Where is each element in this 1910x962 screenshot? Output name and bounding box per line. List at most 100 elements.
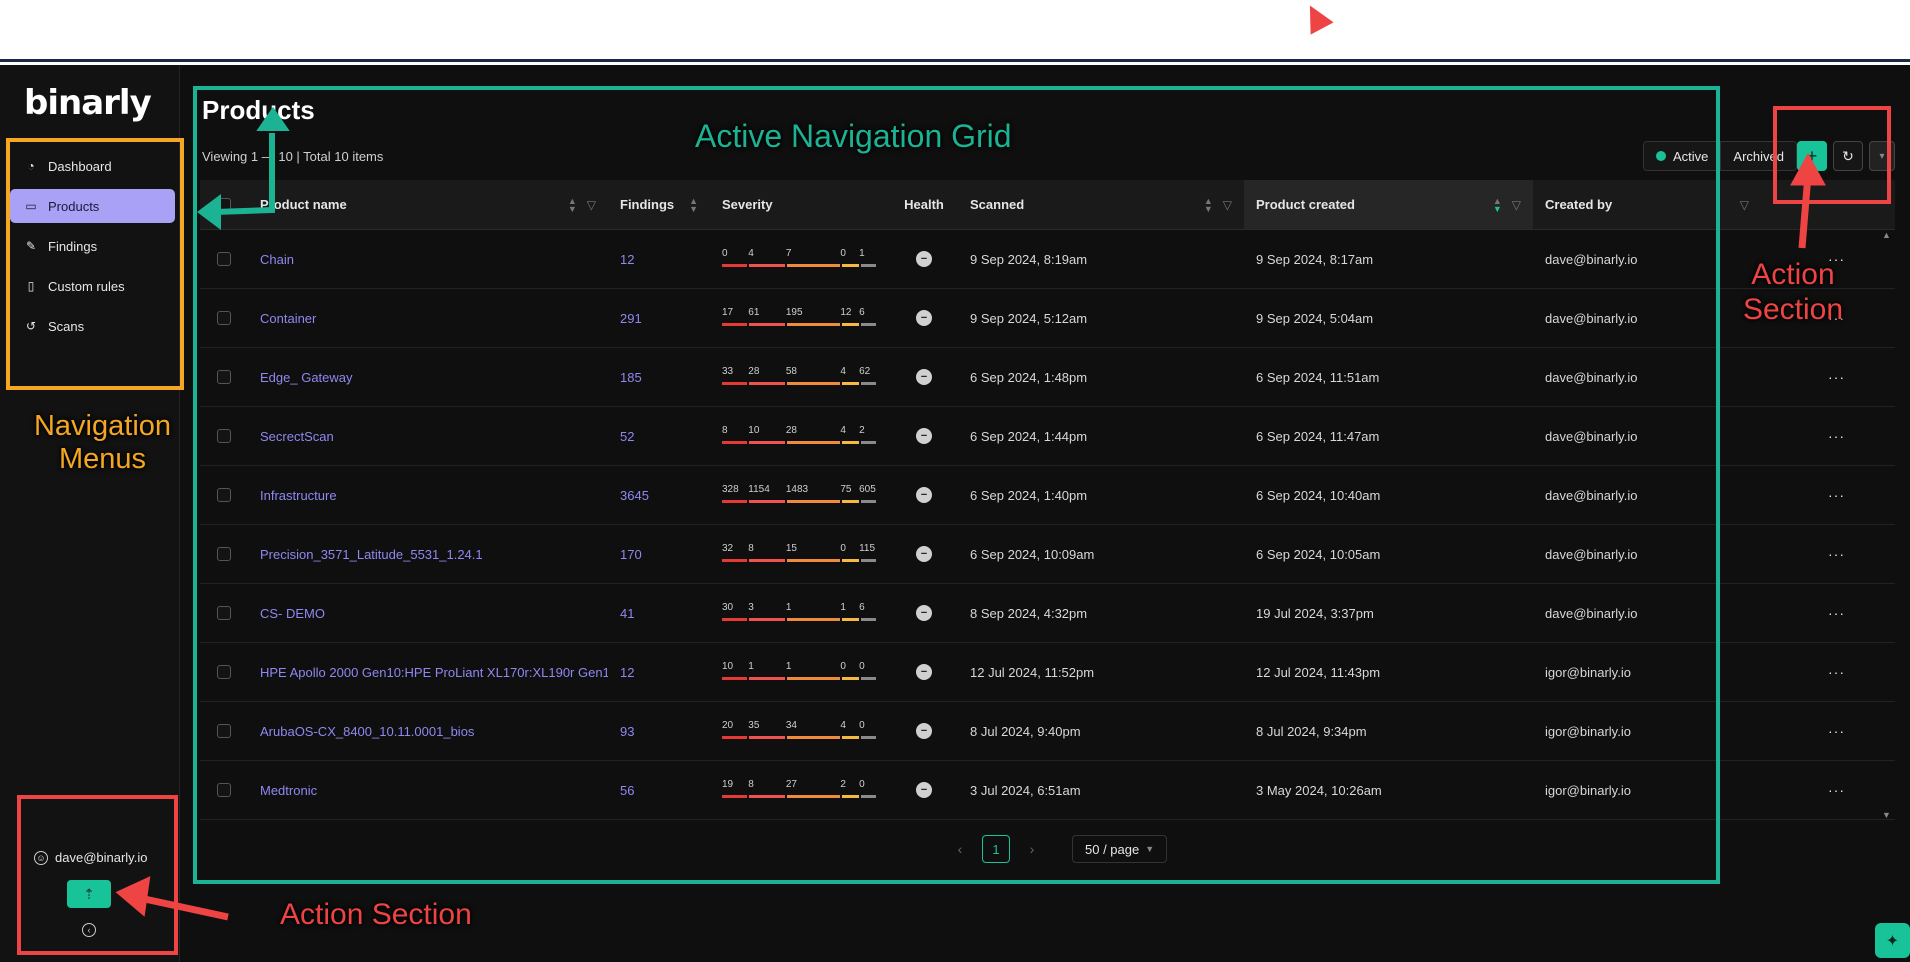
product-name-link[interactable]: Medtronic: [260, 783, 317, 798]
user-account[interactable]: ☺ dave@binarly.io: [34, 850, 147, 865]
findings-count-link[interactable]: 93: [620, 724, 634, 739]
row-select[interactable]: [200, 466, 248, 524]
refresh-button[interactable]: ↻: [1833, 141, 1863, 171]
product-name-cell[interactable]: Edge_ Gateway: [248, 348, 608, 406]
filter-icon[interactable]: ▽: [587, 198, 596, 212]
ai-assistant-button[interactable]: ✦: [1875, 923, 1910, 958]
sidebar-item-scans[interactable]: ↺ Scans: [10, 309, 175, 343]
findings-count-link[interactable]: 12: [620, 665, 634, 680]
row-checkbox[interactable]: [217, 665, 231, 679]
more-options-button[interactable]: ▾: [1869, 141, 1895, 171]
product-name-cell[interactable]: ArubaOS-CX_8400_10.11.0001_bios: [248, 702, 608, 760]
filter-icon[interactable]: ▽: [1223, 198, 1232, 212]
product-name-cell[interactable]: CS- DEMO: [248, 584, 608, 642]
row-select[interactable]: [200, 525, 248, 583]
segment-archived[interactable]: Archived: [1721, 142, 1796, 170]
add-product-button[interactable]: +: [1797, 141, 1827, 171]
filter-icon[interactable]: ▽: [1740, 198, 1749, 212]
findings-cell[interactable]: 41: [608, 584, 710, 642]
findings-cell[interactable]: 185: [608, 348, 710, 406]
row-checkbox[interactable]: [217, 783, 231, 797]
findings-cell[interactable]: 52: [608, 407, 710, 465]
table-row[interactable]: Edge_ Gateway 185 33 28 58 4 62 − 6 Sep 2024…: [200, 348, 1895, 407]
more-actions-icon[interactable]: ···: [1828, 723, 1845, 739]
more-actions-icon[interactable]: ···: [1828, 782, 1845, 798]
product-name-link[interactable]: SecrectScan: [260, 429, 334, 444]
next-page-button[interactable]: ›: [1022, 841, 1042, 857]
row-checkbox[interactable]: [217, 370, 231, 384]
sidebar-item-dashboard[interactable]: ◔ Dashboard: [10, 149, 175, 183]
product-name-cell[interactable]: HPE Apollo 2000 Gen10:HPE ProLiant XL170…: [248, 643, 608, 701]
more-actions-icon[interactable]: ···: [1828, 664, 1845, 680]
table-row[interactable]: CS- DEMO 41 30 3 1 1 6 − 8 Sep 2024, 4:32pm …: [200, 584, 1895, 643]
product-name-link[interactable]: ArubaOS-CX_8400_10.11.0001_bios: [260, 724, 474, 739]
more-actions-icon[interactable]: ···: [1828, 546, 1845, 562]
more-actions-icon[interactable]: ···: [1828, 487, 1845, 503]
row-select[interactable]: [200, 230, 248, 288]
row-select[interactable]: [200, 761, 248, 819]
sort-icon[interactable]: ▲ ▼: [1493, 196, 1502, 213]
more-actions-icon[interactable]: ···: [1828, 428, 1845, 444]
table-row[interactable]: Precision_3571_Latitude_5531_1.24.1 170 …: [200, 525, 1895, 584]
findings-cell[interactable]: 170: [608, 525, 710, 583]
more-actions-icon[interactable]: ···: [1828, 605, 1845, 621]
findings-count-link[interactable]: 56: [620, 783, 634, 798]
brand-logo[interactable]: binarly: [24, 83, 152, 123]
scroll-down-icon[interactable]: ▼: [1882, 810, 1891, 820]
row-checkbox[interactable]: [217, 311, 231, 325]
header-created-by[interactable]: Created by ▽: [1533, 180, 1761, 229]
sidebar-item-custom-rules[interactable]: ▯ Custom rules: [10, 269, 175, 303]
collapse-sidebar-button[interactable]: ‹: [82, 923, 96, 937]
select-all-checkbox[interactable]: [217, 197, 231, 212]
prev-page-button[interactable]: ‹: [950, 841, 970, 857]
row-checkbox[interactable]: [217, 606, 231, 620]
page-size-select[interactable]: 50 / page ▼: [1072, 835, 1168, 863]
product-name-cell[interactable]: Infrastructure: [248, 466, 608, 524]
table-row[interactable]: Medtronic 56 19 8 27 2 0 − 3 Jul 2024, 6:51a…: [200, 761, 1895, 820]
header-product-name[interactable]: Product name ▲ ▼ ▽: [248, 180, 608, 229]
table-row[interactable]: HPE Apollo 2000 Gen10:HPE ProLiant XL170…: [200, 643, 1895, 702]
row-select[interactable]: [200, 348, 248, 406]
sidebar-item-products[interactable]: ▭ Products: [10, 189, 175, 223]
product-name-link[interactable]: Precision_3571_Latitude_5531_1.24.1: [260, 547, 483, 562]
row-checkbox[interactable]: [217, 547, 231, 561]
findings-count-link[interactable]: 52: [620, 429, 634, 444]
scroll-up-icon[interactable]: ▲: [1882, 230, 1891, 240]
row-select[interactable]: [200, 643, 248, 701]
row-select[interactable]: [200, 407, 248, 465]
findings-cell[interactable]: 56: [608, 761, 710, 819]
table-row[interactable]: Chain 12 0 4 7 0 1 − 9 Sep 2024, 8:19am 9 Se…: [200, 230, 1895, 289]
product-name-cell[interactable]: Container: [248, 289, 608, 347]
findings-count-link[interactable]: 291: [620, 311, 642, 326]
table-row[interactable]: SecrectScan 52 8 10 28 4 2 − 6 Sep 2024, 1:4…: [200, 407, 1895, 466]
findings-count-link[interactable]: 41: [620, 606, 634, 621]
product-name-cell[interactable]: SecrectScan: [248, 407, 608, 465]
more-actions-icon[interactable]: ···: [1828, 369, 1845, 385]
findings-count-link[interactable]: 3645: [620, 488, 649, 503]
findings-cell[interactable]: 291: [608, 289, 710, 347]
findings-cell[interactable]: 12: [608, 230, 710, 288]
row-checkbox[interactable]: [217, 724, 231, 738]
product-name-link[interactable]: CS- DEMO: [260, 606, 325, 621]
product-name-cell[interactable]: Precision_3571_Latitude_5531_1.24.1: [248, 525, 608, 583]
findings-count-link[interactable]: 170: [620, 547, 642, 562]
table-scrollbar[interactable]: ▲ ▼: [1880, 230, 1894, 820]
sort-icon[interactable]: ▲ ▼: [689, 196, 698, 213]
segment-active[interactable]: Active: [1644, 142, 1722, 170]
header-product-created[interactable]: Product created ▲ ▼ ▽: [1244, 180, 1533, 229]
row-select[interactable]: [200, 584, 248, 642]
product-name-cell[interactable]: Chain: [248, 230, 608, 288]
filter-icon[interactable]: ▽: [1512, 198, 1521, 212]
header-findings[interactable]: Findings ▲ ▼: [608, 180, 710, 229]
table-row[interactable]: Container 291 17 61 195 12 6 − 9 Sep 2024, 5…: [200, 289, 1895, 348]
findings-cell[interactable]: 93: [608, 702, 710, 760]
product-name-link[interactable]: Infrastructure: [260, 488, 337, 503]
row-checkbox[interactable]: [217, 252, 231, 266]
row-select[interactable]: [200, 702, 248, 760]
findings-cell[interactable]: 3645: [608, 466, 710, 524]
table-row[interactable]: Infrastructure 3645 328 1154 1483 75 605 − 6…: [200, 466, 1895, 525]
page-1-button[interactable]: 1: [982, 835, 1010, 863]
sort-icon[interactable]: ▲ ▼: [1204, 196, 1213, 213]
product-name-link[interactable]: Edge_ Gateway: [260, 370, 353, 385]
sort-icon[interactable]: ▲ ▼: [568, 196, 577, 213]
